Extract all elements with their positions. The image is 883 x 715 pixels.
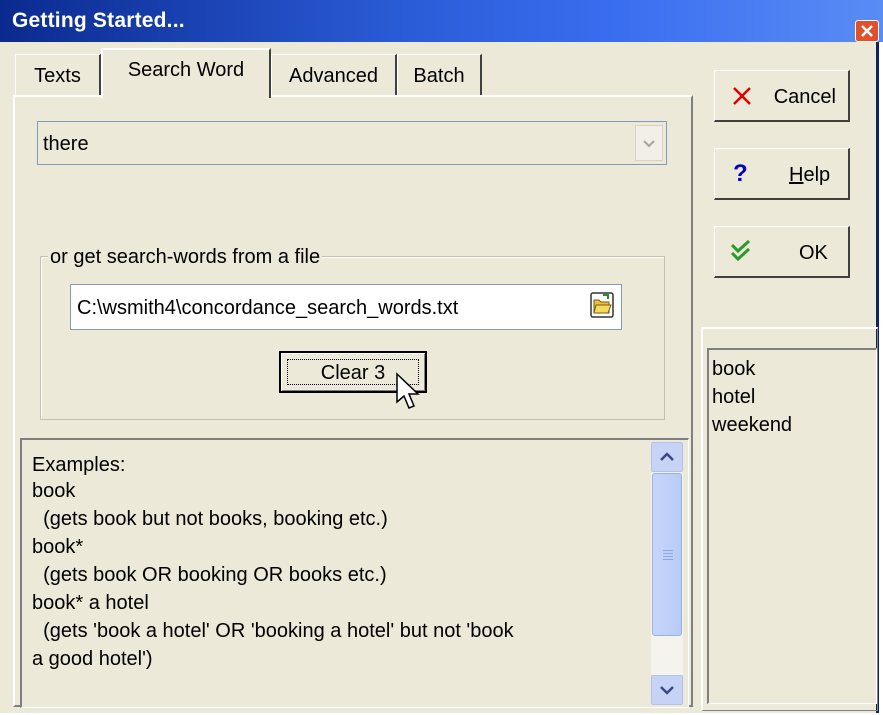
- file-path-field[interactable]: C:\wsmith4\concordance_search_words.txt: [70, 284, 622, 330]
- tab-advanced-label: Advanced: [289, 65, 378, 87]
- scroll-thumb[interactable]: [652, 473, 682, 636]
- list-item[interactable]: book: [712, 358, 755, 381]
- grip-line: [663, 550, 673, 551]
- chevron-up-icon: [660, 452, 674, 461]
- grip-line: [663, 553, 673, 554]
- double-check-icon: [730, 239, 751, 262]
- tab-search-word-label: Search Word: [127, 59, 245, 81]
- scroll-up-button[interactable]: [651, 442, 683, 472]
- word-list[interactable]: book hotel weekend: [707, 348, 877, 704]
- mouse-pointer-icon: [396, 372, 420, 409]
- grip-line: [663, 559, 673, 560]
- search-word-value: there: [43, 133, 89, 155]
- search-word-combo[interactable]: there: [37, 121, 667, 165]
- scroll-down-button[interactable]: [651, 675, 683, 705]
- example-line: Examples:: [32, 454, 126, 476]
- cancel-button[interactable]: Cancel: [714, 70, 850, 122]
- tab-batch[interactable]: Batch: [397, 54, 482, 96]
- ok-button[interactable]: OK: [714, 226, 850, 278]
- cancel-button-label: Cancel: [773, 86, 836, 108]
- example-line: a good hotel'): [32, 648, 153, 670]
- tab-batch-label: Batch: [413, 65, 465, 87]
- file-group-legend: or get search-words from a file: [48, 246, 323, 269]
- question-icon: ?: [733, 160, 748, 187]
- example-line: (gets 'book a hotel' OR 'booking a hotel…: [32, 620, 514, 642]
- tab-texts[interactable]: Texts: [15, 54, 101, 96]
- list-item[interactable]: weekend: [712, 414, 792, 437]
- tab-search-word[interactable]: Search Word: [101, 48, 271, 98]
- help-button-label: Help: [789, 164, 831, 186]
- file-path-value: C:\wsmith4\concordance_search_words.txt: [77, 297, 459, 319]
- dialog-window: Getting Started... Texts Search Word Adv…: [0, 0, 883, 713]
- example-line: book* a hotel: [32, 592, 149, 614]
- example-line: book: [32, 480, 76, 502]
- tab-texts-label: Texts: [34, 65, 81, 87]
- grip-line: [663, 556, 673, 557]
- help-button[interactable]: ? Help: [714, 148, 850, 200]
- list-item[interactable]: hotel: [712, 386, 755, 409]
- tab-advanced[interactable]: Advanced: [271, 54, 397, 96]
- title-bar: Getting Started...: [0, 0, 883, 42]
- example-line: book*: [32, 536, 84, 558]
- close-icon: [861, 25, 873, 37]
- combo-dropdown-button[interactable]: [635, 125, 663, 161]
- examples-scrollbar[interactable]: [651, 442, 683, 705]
- ok-button-label: OK: [799, 242, 828, 264]
- example-line: (gets book OR booking OR books etc.): [32, 564, 387, 586]
- examples-text-area[interactable]: Examples: book (gets book but not books,…: [20, 438, 689, 708]
- chevron-down-icon: [643, 140, 655, 148]
- window-title: Getting Started...: [12, 9, 185, 32]
- close-button[interactable]: [855, 20, 879, 42]
- open-folder-icon[interactable]: [590, 292, 614, 318]
- chevron-down-icon: [660, 686, 674, 695]
- example-line: (gets book but not books, booking etc.): [32, 508, 388, 530]
- file-group-box: [40, 256, 665, 420]
